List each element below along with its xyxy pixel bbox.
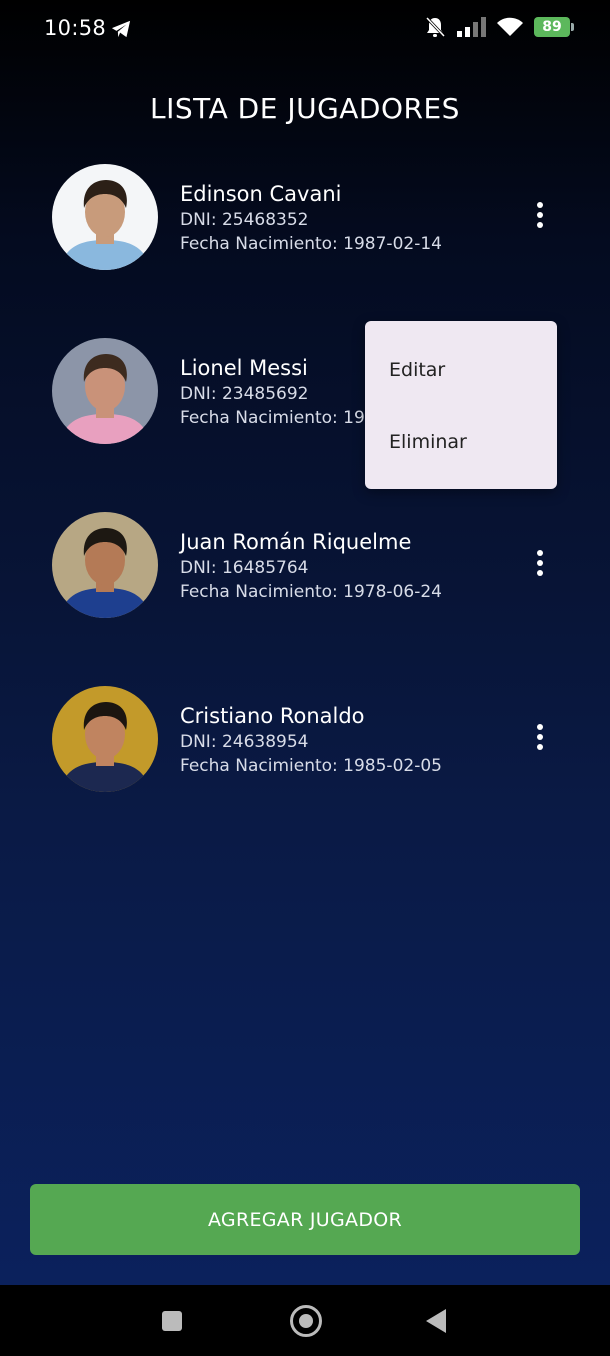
player-row[interactable]: Cristiano Ronaldo DNI: 24638954 Fecha Na…	[52, 686, 572, 792]
recents-icon[interactable]	[162, 1311, 182, 1331]
player-avatar	[52, 338, 158, 444]
add-player-button[interactable]: AGREGAR JUGADOR	[30, 1184, 580, 1255]
player-dni: DNI: 24638954	[180, 732, 309, 752]
more-options-icon[interactable]	[528, 550, 552, 580]
status-time: 10:58	[44, 16, 107, 40]
player-birth-date: Fecha Nacimiento: 1987-02-14	[180, 234, 442, 254]
player-row[interactable]: Edinson Cavani DNI: 25468352 Fecha Nacim…	[52, 164, 572, 270]
system-nav-bar	[0, 1285, 610, 1356]
player-avatar	[52, 164, 158, 270]
menu-item-delete[interactable]: Eliminar	[389, 431, 467, 453]
player-avatar	[52, 512, 158, 618]
bell-muted-icon	[425, 16, 446, 38]
player-name: Edinson Cavani	[180, 182, 342, 206]
player-avatar	[52, 686, 158, 792]
player-name: Juan Román Riquelme	[180, 530, 412, 554]
player-name: Cristiano Ronaldo	[180, 704, 365, 728]
telegram-icon	[111, 20, 131, 38]
battery-level: 89	[542, 19, 562, 35]
status-bar: 10:58 89	[0, 0, 610, 58]
back-icon[interactable]	[426, 1309, 446, 1333]
player-birth-date: Fecha Nacimiento: 198	[180, 408, 376, 428]
player-row[interactable]: Juan Román Riquelme DNI: 16485764 Fecha …	[52, 512, 572, 618]
menu-item-edit[interactable]: Editar	[389, 359, 445, 381]
player-birth-date: Fecha Nacimiento: 1985-02-05	[180, 756, 442, 776]
player-name: Lionel Messi	[180, 356, 308, 380]
signal-icon	[457, 17, 486, 37]
player-dni: DNI: 25468352	[180, 210, 309, 230]
more-options-icon[interactable]	[528, 202, 552, 232]
battery-icon: 89	[534, 17, 574, 37]
player-dni: DNI: 23485692	[180, 384, 309, 404]
player-options-menu: Editar Eliminar	[365, 321, 557, 489]
home-icon[interactable]	[290, 1305, 322, 1337]
player-dni: DNI: 16485764	[180, 558, 309, 578]
page-title: LISTA DE JUGADORES	[150, 92, 460, 125]
wifi-icon	[497, 17, 523, 36]
more-options-icon[interactable]	[528, 724, 552, 754]
player-birth-date: Fecha Nacimiento: 1978-06-24	[180, 582, 442, 602]
